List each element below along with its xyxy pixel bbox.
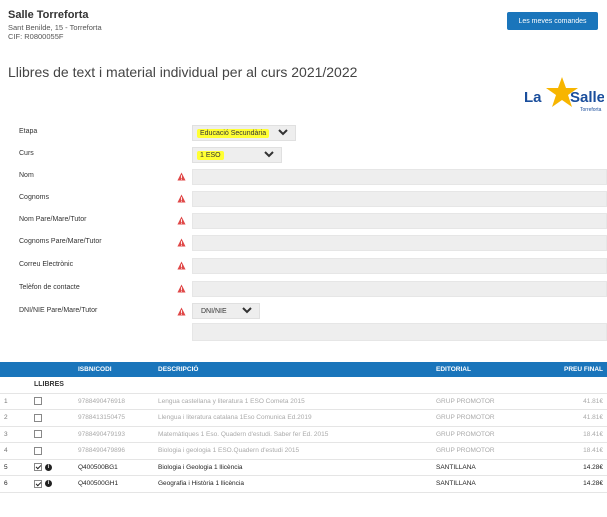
col-header-number xyxy=(0,362,30,377)
svg-text:La: La xyxy=(524,89,542,106)
col-header-description: DESCRIPCIÓ xyxy=(154,362,432,377)
svg-text:Salle: Salle xyxy=(570,89,604,106)
col-header-select xyxy=(30,362,74,377)
table-row: 4 9788490479896 Biologia i geologia 1 ES… xyxy=(0,442,607,460)
col-header-price: PREU FINAL xyxy=(540,362,607,377)
school-cif: CIF: R0800055F xyxy=(8,32,64,41)
row-number: 5 xyxy=(0,459,30,476)
etapa-value: Educació Secundària xyxy=(197,128,270,138)
row-checkbox[interactable] xyxy=(34,397,42,406)
books-table: ISBN/CODI DESCRIPCIÓ EDITORIAL PREU FINA… xyxy=(0,362,607,493)
la-salle-logo: La Salle Torreforta xyxy=(520,75,604,115)
row-description: Llengua i literatura catalana 1Eso Comun… xyxy=(154,409,432,427)
phone-label: Telèfon de contacte xyxy=(19,284,80,291)
row-code: 9788413150475 xyxy=(74,409,154,427)
row-editorial: SANTILLANA xyxy=(432,459,540,476)
table-header-row: ISBN/CODI DESCRIPCIÓ EDITORIAL PREU FINA… xyxy=(0,362,607,377)
row-number: 4 xyxy=(0,442,30,460)
row-price: 41.81€ xyxy=(540,393,607,410)
row-checkbox[interactable] xyxy=(34,413,42,422)
section-row: LLIBRES xyxy=(0,377,607,394)
row-checkbox[interactable] xyxy=(34,463,42,472)
nom-input[interactable] xyxy=(192,169,607,185)
row-price: 18.41€ xyxy=(540,426,607,443)
info-icon[interactable]: i xyxy=(45,463,52,471)
row-code: 9788490476918 xyxy=(74,393,154,410)
row-code: Q400500GH1 xyxy=(74,475,154,493)
row-editorial: GRUP PROMOTOR xyxy=(432,409,540,427)
table-row: 1 9788490476918 Lengua castellana y lite… xyxy=(0,393,607,410)
my-orders-button[interactable]: Les meves comandes xyxy=(507,12,598,30)
row-number: 2 xyxy=(0,409,30,427)
row-code: 9788490479896 xyxy=(74,442,154,460)
dni-input[interactable] xyxy=(192,323,607,341)
row-price: 41.81€ xyxy=(540,409,607,427)
row-editorial: GRUP PROMOTOR xyxy=(432,442,540,460)
row-code: 9788490479193 xyxy=(74,426,154,443)
school-address: Sant Benilde, 15 - Torreforta xyxy=(8,23,102,32)
warning-icon xyxy=(177,238,186,247)
etapa-select[interactable]: Educació Secundària xyxy=(192,125,296,141)
svg-text:Torreforta: Torreforta xyxy=(580,107,602,113)
row-checkbox[interactable] xyxy=(34,479,42,488)
row-description: Matemàtiques 1 Eso. Quadern d'estudi. Sa… xyxy=(154,426,432,443)
row-editorial: GRUP PROMOTOR xyxy=(432,426,540,443)
row-checkbox[interactable] xyxy=(34,430,42,439)
warning-icon xyxy=(177,216,186,225)
email-input[interactable] xyxy=(192,258,607,274)
col-header-isbn: ISBN/CODI xyxy=(74,362,154,377)
school-address-block: Sant Benilde, 15 - Torreforta CIF: R0800… xyxy=(8,23,102,41)
warning-icon xyxy=(177,172,186,181)
page-title: Llibres de text i material individual pe… xyxy=(8,64,358,80)
row-code: Q400500BG1 xyxy=(74,459,154,476)
curs-label: Curs xyxy=(19,150,34,157)
row-description: Lengua castellana y literatura 1 ESO Com… xyxy=(154,393,432,410)
table-row: 2 9788413150475 Llengua i literatura cat… xyxy=(0,409,607,427)
phone-input[interactable] xyxy=(192,281,607,297)
chevron-down-icon xyxy=(264,151,274,158)
info-icon[interactable]: i xyxy=(45,480,52,488)
table-row: 5 i Q400500BG1 Biologia i Geologia 1 lli… xyxy=(0,459,607,476)
row-number: 6 xyxy=(0,475,30,493)
chevron-down-icon xyxy=(278,129,288,136)
curs-value: 1 ESO xyxy=(197,150,224,160)
row-description: Biologia i Geologia 1 llicència xyxy=(154,459,432,476)
cognoms-tutor-input[interactable] xyxy=(192,235,607,251)
row-description: Biologia i geologia 1 ESO.Quadern d'estu… xyxy=(154,442,432,460)
warning-icon xyxy=(177,284,186,293)
row-price: 14.28€ xyxy=(540,459,607,476)
warning-icon xyxy=(177,261,186,270)
warning-icon xyxy=(177,194,186,203)
section-title: LLIBRES xyxy=(30,377,607,394)
dni-label: DNI/NIE Pare/Mare/Tutor xyxy=(19,307,98,314)
nom-tutor-input[interactable] xyxy=(192,213,607,229)
curs-select[interactable]: 1 ESO xyxy=(192,147,282,163)
nom-label: Nom xyxy=(19,172,34,179)
chevron-down-icon xyxy=(242,307,252,314)
dni-type-select[interactable]: DNI/NIE xyxy=(192,303,260,319)
dni-type-value: DNI/NIE xyxy=(201,307,227,315)
col-header-editorial: EDITORIAL xyxy=(432,362,540,377)
row-checkbox[interactable] xyxy=(34,446,42,455)
cognoms-tutor-label: Cognoms Pare/Mare/Tutor xyxy=(19,238,102,245)
row-number: 1 xyxy=(0,393,30,410)
table-row: 3 9788490479193 Matemàtiques 1 Eso. Quad… xyxy=(0,426,607,443)
table-row: 6 i Q400500GH1 Geografia i Història 1 ll… xyxy=(0,475,607,493)
cognoms-input[interactable] xyxy=(192,191,607,207)
row-description: Geografia i Història 1 llicència xyxy=(154,475,432,493)
row-price: 14.28€ xyxy=(540,475,607,493)
warning-icon xyxy=(177,307,186,316)
nom-tutor-label: Nom Pare/Mare/Tutor xyxy=(19,216,87,223)
row-number: 3 xyxy=(0,426,30,443)
etapa-label: Etapa xyxy=(19,128,38,135)
row-editorial: SANTILLANA xyxy=(432,475,540,493)
email-label: Correu Electrònic xyxy=(19,261,74,268)
row-editorial: GRUP PROMOTOR xyxy=(432,393,540,410)
school-name: Salle Torreforta xyxy=(8,9,89,21)
row-price: 18.41€ xyxy=(540,442,607,460)
cognoms-label: Cognoms xyxy=(19,194,49,201)
